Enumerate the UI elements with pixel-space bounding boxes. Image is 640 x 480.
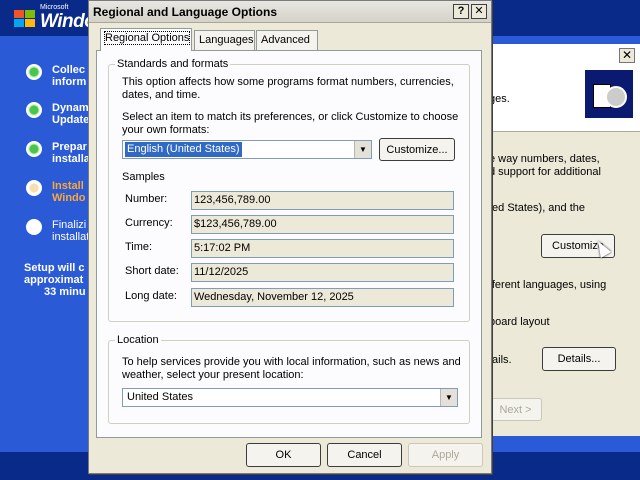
sample-long-date-value: Wednesday, November 12, 2025 — [191, 288, 454, 307]
location-group: Location — [108, 334, 470, 424]
sample-number-value: 123,456,789.00 — [191, 191, 454, 210]
tab-label: Regional Options — [103, 31, 191, 45]
tab-advanced[interactable]: Advanced — [256, 30, 318, 50]
sample-long-date-label: Long date: — [125, 290, 177, 302]
wizard-text: fferent languages, using — [489, 279, 607, 291]
location-description: weather, select your present location: — [122, 369, 304, 381]
sample-time-label: Time: — [125, 241, 153, 253]
wizard-next-button[interactable]: Next > — [489, 398, 542, 421]
group-title: Location — [115, 334, 161, 346]
group-title: Standards and formats — [115, 58, 231, 70]
setup-wizard-window: ✕ ges. e way numbers, dates, d support f… — [488, 44, 640, 436]
eta-line: Setup will c — [24, 262, 85, 274]
format-selected-value: English (United States) — [124, 141, 243, 158]
sample-short-date-value: 11/12/2025 — [191, 263, 454, 282]
wizard-text: e way numbers, dates, — [489, 153, 600, 165]
eta-line: 33 minu — [44, 286, 86, 298]
dialog-titlebar[interactable]: Regional and Language Options ? ✕ — [89, 1, 491, 23]
logo-vendor: Microsoft — [40, 4, 69, 11]
tab-label: Advanced — [261, 34, 310, 46]
tab-languages[interactable]: Languages — [194, 30, 255, 50]
ok-button[interactable]: OK — [246, 443, 321, 467]
step-done-icon — [26, 102, 42, 118]
apply-button[interactable]: Apply — [408, 443, 483, 467]
location-selected-value: United States — [127, 391, 194, 403]
standards-instruction: Select an item to match its preferences,… — [122, 111, 459, 123]
close-icon[interactable]: ✕ — [471, 4, 487, 19]
cancel-button[interactable]: Cancel — [327, 443, 402, 467]
eta-line: approximat — [24, 274, 84, 286]
close-icon[interactable]: ✕ — [619, 48, 635, 63]
step-pending-icon — [26, 219, 42, 235]
standards-instruction: your own formats: — [122, 124, 210, 136]
samples-heading: Samples — [122, 171, 165, 183]
step-current-icon — [26, 180, 42, 196]
sample-number-label: Number: — [125, 193, 168, 205]
tab-label: Languages — [199, 34, 254, 46]
windows-flag-icon — [14, 10, 36, 28]
wizard-text: board layout — [489, 316, 550, 328]
chevron-down-icon[interactable]: ▼ — [440, 389, 457, 406]
dialog-title: Regional and Language Options — [93, 5, 278, 19]
location-description: To help services provide you with local … — [122, 356, 461, 368]
sample-time-value: 5:17:02 PM — [191, 239, 454, 258]
tab-regional-options[interactable]: Regional Options — [100, 28, 192, 51]
format-select[interactable]: English (United States) ▼ — [122, 140, 372, 159]
help-icon[interactable]: ? — [453, 4, 469, 19]
chevron-down-icon[interactable]: ▼ — [354, 141, 371, 158]
location-select[interactable]: United States ▼ — [122, 388, 458, 407]
standards-description: This option affects how some programs fo… — [122, 76, 454, 88]
wizard-text: ted States), and the — [489, 202, 586, 214]
wizard-text: ges. — [489, 93, 510, 105]
step-done-icon — [26, 141, 42, 157]
wizard-details-button[interactable]: Details... — [542, 347, 616, 371]
standards-description: dates, and time. — [122, 89, 201, 101]
step-done-icon — [26, 64, 42, 80]
setup-time-remaining: Setup will c approximat 33 minu — [24, 262, 88, 298]
sample-currency-label: Currency: — [125, 217, 173, 229]
sample-short-date-label: Short date: — [125, 265, 179, 277]
wizard-text: d support for additional — [489, 166, 601, 178]
wizard-header: ✕ ges. — [489, 44, 640, 132]
customize-button[interactable]: Customize... — [379, 138, 455, 161]
sample-currency-value: $123,456,789.00 — [191, 215, 454, 234]
